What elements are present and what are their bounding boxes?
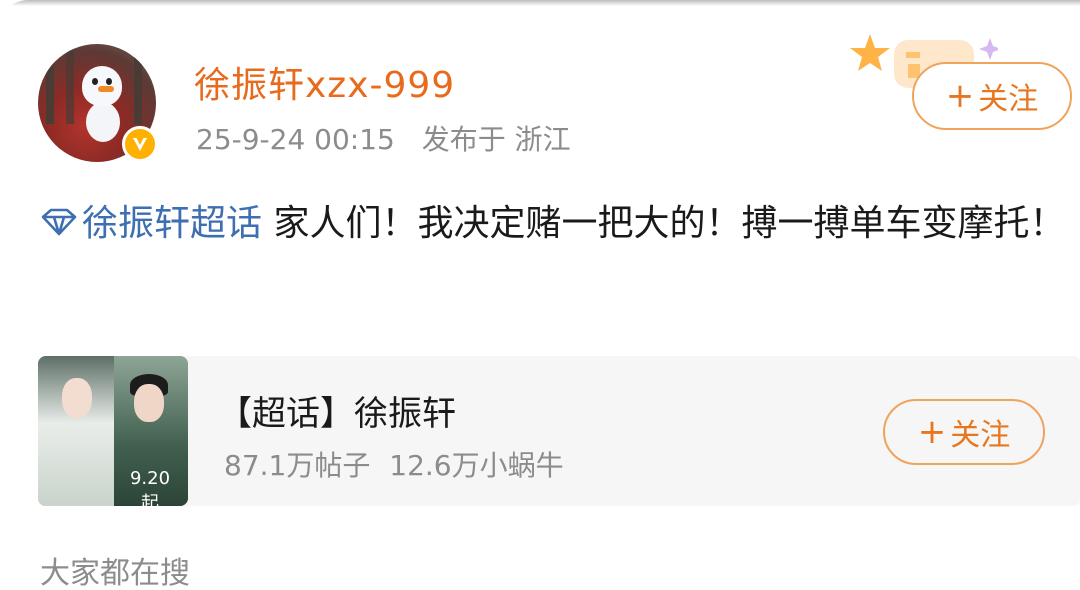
supertopic-posts-count: 87.1万帖子 xyxy=(224,449,371,482)
plus-icon: + xyxy=(945,76,975,116)
post-body-text: 家人们！我决定赌一把大的！搏一搏单车变摩托！ xyxy=(262,203,1066,244)
verified-v-icon xyxy=(122,126,158,162)
thumbnail-date: 9.20起 xyxy=(129,468,171,506)
avatar-eye xyxy=(92,78,98,85)
post-meta: 25-9-24 00:15 发布于 浙江 xyxy=(196,118,571,158)
follow-button-label: 关注 xyxy=(978,82,1039,117)
follow-button[interactable]: + 关注 xyxy=(912,62,1072,130)
supertopic-stats: 87.1万帖子 12.6万小蜗牛 xyxy=(224,444,564,484)
supertopic-card[interactable]: 9.20起 【超话】徐振轩 87.1万帖子 12.6万小蜗牛 + 关注 xyxy=(38,356,1080,506)
plus-icon: + xyxy=(917,412,947,452)
supertopic-fans-count: 12.6万小蜗牛 xyxy=(389,449,564,482)
supertopic-follow-button[interactable]: + 关注 xyxy=(883,399,1045,465)
post-location: 发布于 浙江 xyxy=(421,123,571,156)
top-edge-shadow xyxy=(0,0,1080,6)
thumbnail-face xyxy=(62,378,92,418)
follow-button-label: 关注 xyxy=(950,418,1011,453)
author-username[interactable]: 徐振轩xzx-999 xyxy=(194,56,455,108)
avatar-nose xyxy=(98,86,114,92)
weibo-post: 徐振轩xzx-999 25-9-24 00:15 发布于 浙江 + 关注 徐振轩… xyxy=(0,0,1080,590)
avatar-tree xyxy=(46,44,54,124)
post-content: 徐振轩超话 家人们！我决定赌一把大的！搏一搏单车变摩托！ xyxy=(40,192,1070,256)
avatar-tree xyxy=(134,44,142,124)
diamond-icon xyxy=(41,208,77,236)
post-timestamp: 25-9-24 00:15 xyxy=(196,123,395,156)
avatar-snowman-body xyxy=(86,102,120,142)
supertopic-thumbnail: 9.20起 xyxy=(38,356,188,506)
avatar-eye xyxy=(106,78,112,85)
supertopic-title: 【超话】徐振轩 xyxy=(218,394,456,434)
verified-v-glyph xyxy=(133,138,147,151)
supertopic-link-label: 徐振轩超话 xyxy=(82,203,263,244)
thumbnail-face xyxy=(134,384,164,422)
trending-search-title: 大家都在搜 xyxy=(40,556,190,590)
supertopic-link[interactable]: 徐振轩超话 xyxy=(40,203,262,244)
avatar-tree xyxy=(66,44,74,124)
